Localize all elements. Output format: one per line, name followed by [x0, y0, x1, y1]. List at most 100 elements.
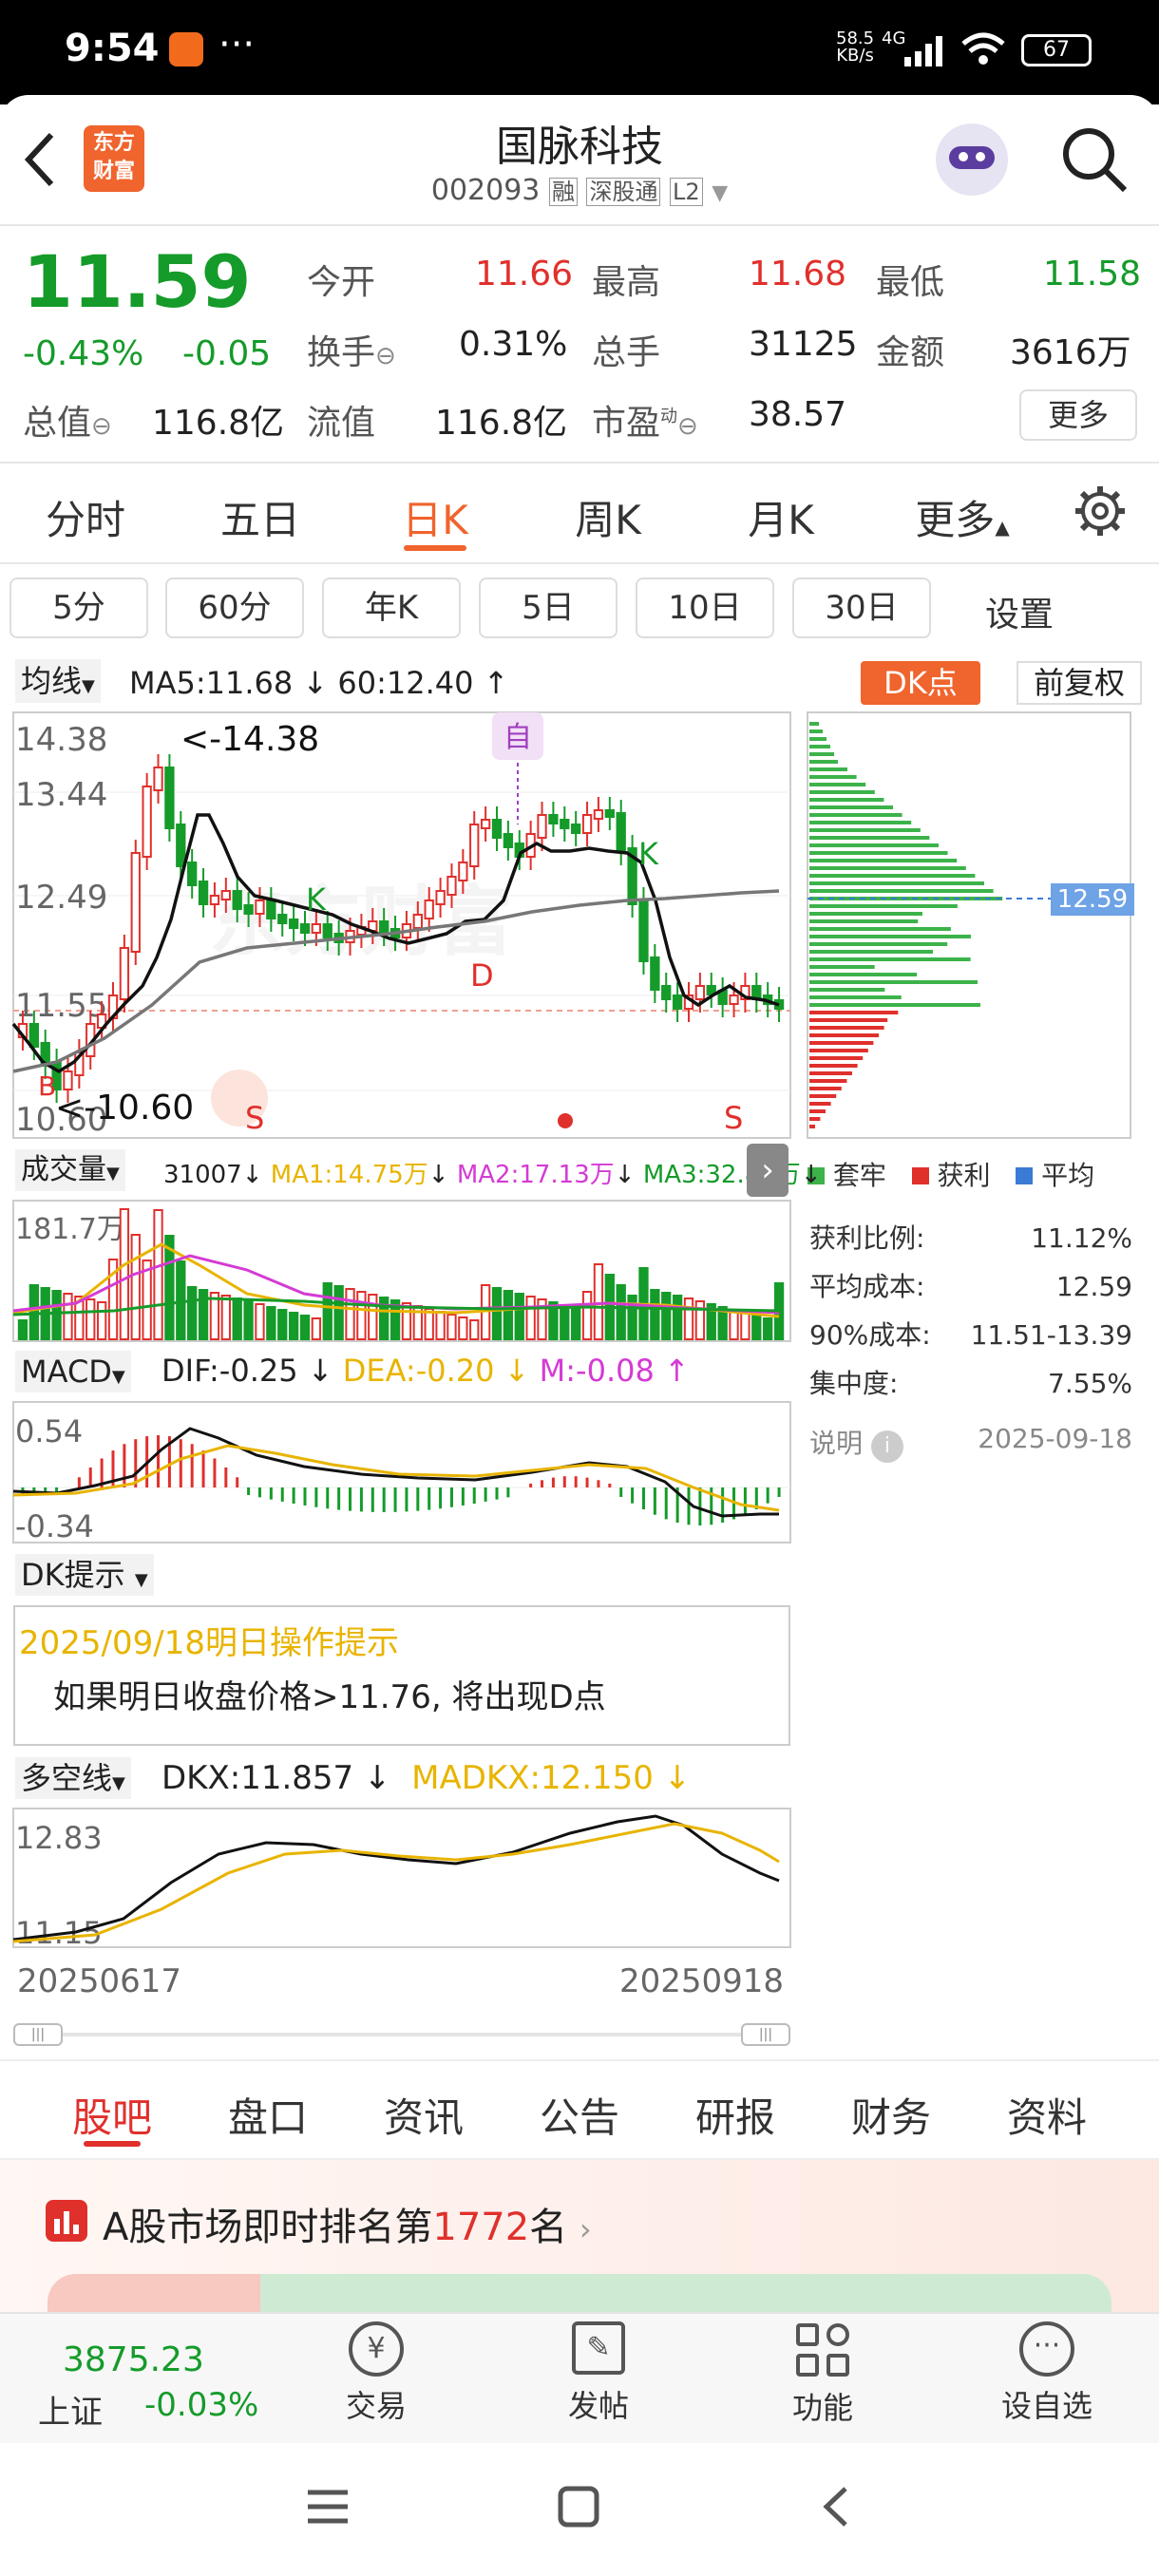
candle	[379, 920, 390, 934]
tab-news[interactable]: 资讯	[359, 2086, 488, 2144]
candle	[729, 994, 739, 1005]
nav-post[interactable]: ✎ 发帖	[551, 2321, 646, 2426]
forward-adjust-button[interactable]: 前复权	[1016, 661, 1142, 705]
back-icon[interactable]	[815, 2485, 859, 2529]
candle	[503, 833, 514, 848]
legend-profit: 获利	[937, 1160, 991, 1191]
tab-guba[interactable]: 股吧	[48, 2086, 177, 2144]
info-icon[interactable]: ⊖	[375, 342, 396, 370]
info-icon[interactable]: i	[870, 1430, 903, 1463]
candle	[694, 985, 706, 1000]
volume-bar	[593, 1263, 604, 1340]
rank-suffix: 名	[529, 2206, 568, 2249]
chevron-right-icon: ›	[579, 2211, 592, 2247]
change-amount: -0.05	[182, 334, 272, 373]
nav-trade-label: 交易	[345, 2388, 407, 2424]
volume-selector[interactable]: 成交量▼	[15, 1149, 125, 1191]
volume-bar	[220, 1295, 231, 1340]
margin-badge: 融	[548, 178, 578, 206]
macd-selector[interactable]: MACD▼	[15, 1351, 131, 1392]
nav-add-watchlist[interactable]: ··· 设自选	[988, 2321, 1106, 2426]
chip-distribution-chart[interactable]	[804, 710, 1136, 1143]
menu-icon[interactable]	[306, 2485, 350, 2529]
more-dots-icon: ···	[218, 23, 256, 66]
volume-bar	[683, 1297, 694, 1340]
candle	[266, 900, 276, 919]
candle	[198, 881, 209, 905]
tab-daily-k[interactable]: 日K	[369, 488, 502, 546]
scroll-handle-left[interactable]: |||	[13, 2023, 63, 2046]
chip-note-label: 说明	[809, 1428, 864, 1459]
scroll-handle-right[interactable]: |||	[741, 2023, 790, 2046]
settings-gear-icon[interactable]	[1072, 483, 1129, 540]
subtab-30day[interactable]: 30日	[792, 578, 931, 638]
volume-bar	[514, 1293, 524, 1340]
subtab-60min[interactable]: 60分	[165, 578, 304, 638]
chart-scrollbar[interactable]	[13, 2033, 790, 2036]
tab-finance[interactable]: 财务	[826, 2086, 956, 2144]
more-button[interactable]: 更多	[1019, 389, 1137, 441]
tab-research[interactable]: 研报	[671, 2086, 800, 2144]
tab-weekly-k[interactable]: 周K	[542, 488, 674, 546]
tab-announcements[interactable]: 公告	[515, 2086, 644, 2144]
dk-point-button[interactable]: DK点	[861, 661, 980, 705]
macd-chart[interactable]: 0.54 -0.34	[0, 1400, 798, 1546]
volume-value: 31007	[163, 1161, 242, 1189]
volume-chart[interactable]: 181.7万	[0, 1199, 798, 1345]
ma-selector[interactable]: 均线▼	[15, 659, 101, 703]
rank-prefix: A股市场即时排名第	[103, 2206, 433, 2249]
date-end: 20250918	[619, 1962, 785, 2000]
chip-bar	[809, 965, 875, 969]
tab-5day[interactable]: 五日	[194, 488, 327, 546]
subtab-5day[interactable]: 5日	[479, 578, 618, 638]
subtab-settings[interactable]: 设置	[950, 587, 1089, 636]
max-price-label: <-14.38	[180, 720, 319, 759]
search-icon[interactable]	[1058, 123, 1130, 196]
chip-bar	[809, 729, 823, 733]
chip-stats: 获利比例: 11.12% 平均成本: 12.59 90%成本: 11.51-13.39…	[809, 1214, 1132, 1408]
chip-bar	[809, 775, 857, 779]
amount-label: 金额	[876, 333, 945, 372]
rank-banner[interactable]: A股市场即时排名第1772名 ›	[0, 2160, 1159, 2312]
candle	[661, 985, 672, 1000]
volume-bar	[17, 1319, 28, 1340]
nav-functions[interactable]: 功能	[775, 2321, 870, 2428]
nav-trade[interactable]: ¥ 交易	[329, 2321, 424, 2426]
chip-bar	[809, 859, 958, 862]
expand-arrow-icon[interactable]: ›	[747, 1144, 788, 1197]
tab-pankou[interactable]: 盘口	[203, 2086, 332, 2144]
info-icon[interactable]: ⊖	[677, 412, 698, 441]
chip-bar	[809, 1064, 858, 1068]
tab-profile[interactable]: 资料	[982, 2086, 1112, 2144]
subtab-yearly-k[interactable]: 年K	[322, 578, 461, 638]
subtab-5min[interactable]: 5分	[10, 578, 148, 638]
tab-more[interactable]: 更多▲	[901, 488, 1024, 546]
chip-bar	[809, 919, 919, 923]
subtab-10day[interactable]: 10日	[636, 578, 774, 638]
candle	[176, 824, 186, 867]
volume-bar	[356, 1291, 367, 1340]
dkx-selector[interactable]: 多空线▼	[15, 1757, 131, 1799]
chip-note[interactable]: 说明 i	[809, 1423, 903, 1463]
home-icon[interactable]	[557, 2485, 600, 2529]
info-icon[interactable]: ⊖	[91, 412, 112, 441]
index-name: 上证	[38, 2394, 103, 2432]
chip-bar	[809, 935, 971, 938]
mktcap-value: 116.8亿	[152, 404, 285, 443]
tab-monthly-k[interactable]: 月K	[714, 488, 847, 546]
robot-assistant-icon[interactable]	[936, 123, 1008, 196]
chip-bar	[809, 843, 939, 847]
dkx-legend: DKX:11.857 ↓ MADKX:12.150 ↓	[162, 1759, 692, 1797]
kline-chart[interactable]: 东方财富 14.38 13.44 12.49 11.55 10.60 <-14.…	[0, 710, 798, 1143]
candle	[458, 862, 468, 881]
dk-selector[interactable]: DK提示 ▼	[15, 1554, 154, 1596]
dkx-chart[interactable]: 12.83 11.15	[0, 1807, 798, 1951]
dropdown-icon[interactable]: ▼	[712, 181, 728, 205]
macd-selector-label: MACD	[21, 1354, 112, 1390]
status-time: 9:54	[65, 27, 160, 70]
dkx-value: DKX:11.857	[162, 1759, 354, 1797]
tab-intraday[interactable]: 分时	[19, 488, 152, 546]
legend-avg: 平均	[1041, 1160, 1095, 1191]
rank-number: 1772	[432, 2206, 530, 2249]
rank-chart-icon	[46, 2200, 87, 2242]
